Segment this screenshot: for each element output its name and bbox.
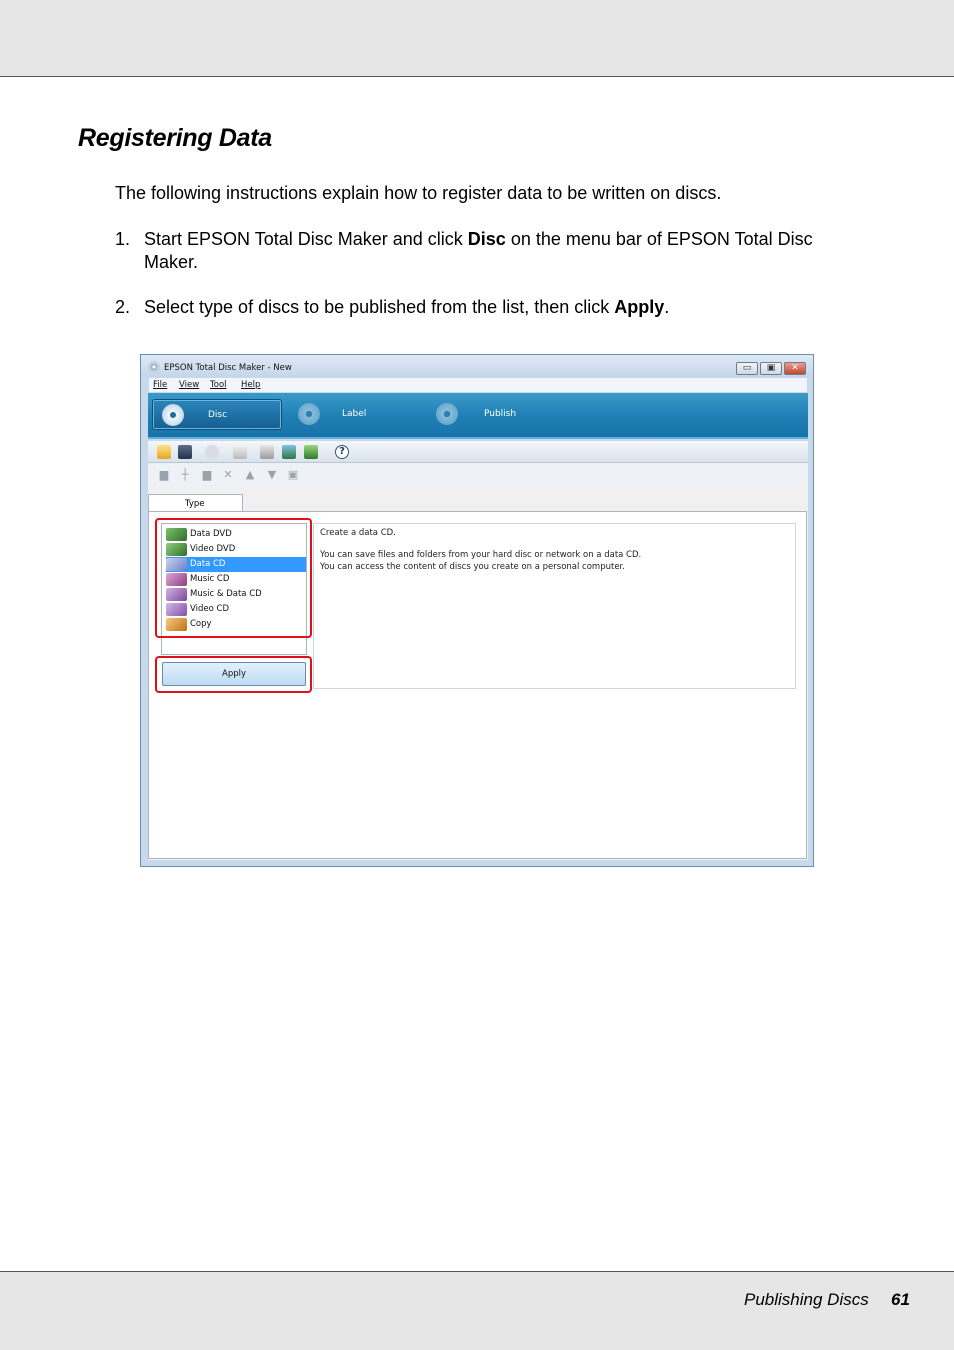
menu-view[interactable]: View: [179, 380, 199, 390]
menu-bar: File View Tool Help: [149, 378, 807, 392]
move-up-icon: ▲: [245, 468, 255, 481]
main-toolbar: ?: [148, 441, 808, 463]
window-title: EPSON Total Disc Maker - New: [164, 363, 292, 373]
publish-icon: [436, 403, 458, 425]
save-icon[interactable]: [178, 445, 192, 459]
content-area: Type Data DVD Video DVD Data CD Music CD: [148, 485, 808, 860]
description-line: You can save files and folders from your…: [320, 550, 642, 560]
menu-tool[interactable]: Tool: [210, 380, 227, 390]
nav-disc-label: Disc: [208, 410, 228, 420]
nav-label-label: Label: [342, 409, 367, 419]
app-disc-icon: [148, 361, 160, 373]
title-bar: EPSON Total Disc Maker - New ▭ ▣ ✕: [141, 355, 813, 377]
help-icon[interactable]: ?: [335, 445, 349, 459]
mode-bar: Disc Label Publish: [148, 393, 808, 439]
label-icon: [298, 403, 320, 425]
settings-icon[interactable]: [233, 445, 247, 459]
apply-highlight-frame: [155, 656, 312, 693]
app-window: EPSON Total Disc Maker - New ▭ ▣ ✕ File …: [140, 354, 814, 867]
list-toolbar: ▆ ┼ ▆ ✕ ▲ ▼ ▣: [148, 463, 808, 485]
step-text: Select type of discs to be published fro…: [144, 296, 879, 319]
close-button[interactable]: ✕: [784, 362, 806, 375]
open-folder-icon[interactable]: [157, 445, 171, 459]
description-line: You can access the content of discs you …: [320, 562, 625, 572]
nav-publish-label: Publish: [484, 409, 517, 419]
footer-section-title: Publishing Discs: [744, 1290, 869, 1309]
type-panel: Data DVD Video DVD Data CD Music CD Musi…: [148, 511, 807, 859]
section-title: Registering Data: [78, 124, 272, 152]
step-text: Start EPSON Total Disc Maker and click D…: [144, 228, 879, 274]
nav-label-button[interactable]: Label: [294, 399, 414, 430]
step-text-part: on the menu bar of EPSON Total Disc: [505, 229, 813, 249]
description-box: Create a data CD. You can save files and…: [313, 523, 796, 689]
step-text-part: Select type of discs to be published fro…: [144, 297, 615, 317]
new-folder-icon: ▆: [202, 468, 212, 481]
nav-publish-button[interactable]: Publish: [432, 399, 552, 430]
step-bold-disc: Disc: [467, 229, 506, 249]
disabled-icon: [205, 445, 219, 459]
restore-button[interactable]: ▣: [760, 362, 782, 375]
menu-help[interactable]: Help: [241, 380, 260, 390]
description-title: Create a data CD.: [320, 528, 396, 538]
tab-type[interactable]: Type: [148, 494, 243, 512]
step-2: 2. Select type of discs to be published …: [115, 296, 895, 319]
minimize-button[interactable]: ▭: [736, 362, 758, 375]
step-number: 2.: [115, 297, 131, 317]
step-number: 1.: [115, 229, 131, 249]
menu-file[interactable]: File: [153, 380, 167, 390]
step-text-part: Maker.: [144, 252, 199, 272]
properties-icon: ▣: [287, 468, 299, 481]
nav-disc-button[interactable]: Disc: [152, 399, 282, 430]
move-down-icon: ▼: [267, 468, 277, 481]
intro-paragraph: The following instructions explain how t…: [115, 183, 722, 203]
page-number: 61: [891, 1290, 910, 1309]
network-icon[interactable]: [282, 445, 296, 459]
header-band: [0, 0, 954, 77]
step-1: 1. Start EPSON Total Disc Maker and clic…: [115, 228, 895, 274]
tab-type-label: Type: [185, 499, 205, 509]
add-folder-icon: ▆: [159, 468, 169, 481]
disc-icon: [162, 404, 184, 426]
list-highlight-frame: [155, 518, 312, 638]
add-file-icon: ┼: [181, 468, 189, 481]
step-bold-apply: Apply: [614, 297, 665, 317]
printer-icon[interactable]: [260, 445, 274, 459]
delete-icon: ✕: [223, 468, 233, 481]
step-text-part: Start EPSON Total Disc Maker and click: [144, 229, 468, 249]
export-icon[interactable]: [304, 445, 318, 459]
footer-band: [0, 1271, 954, 1350]
step-text-part: .: [664, 297, 670, 317]
